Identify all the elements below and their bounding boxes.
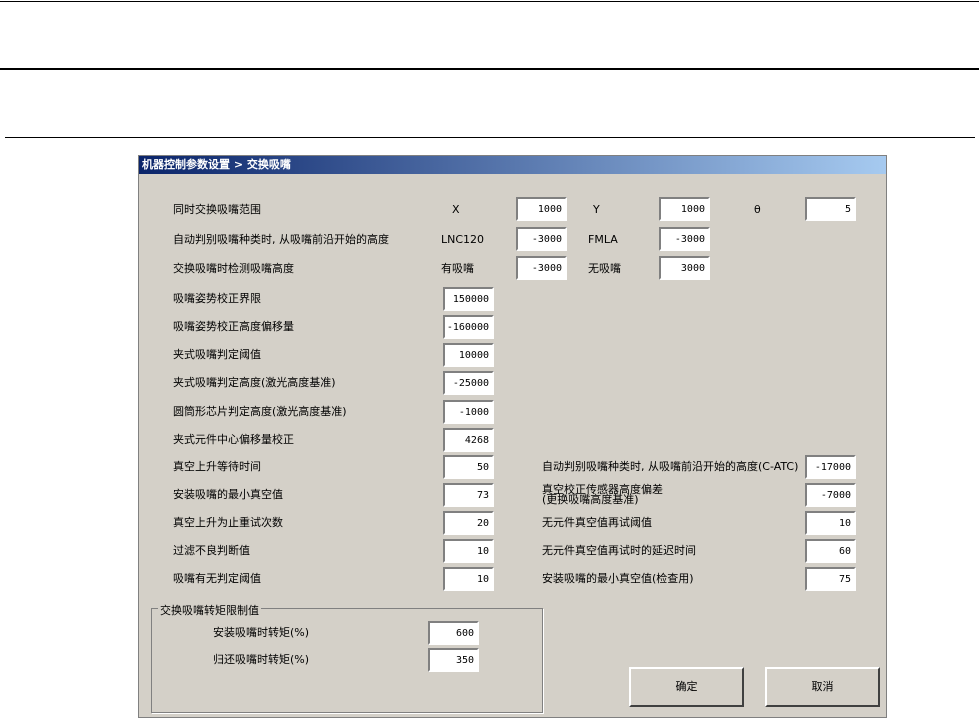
divider xyxy=(0,1,979,2)
field-label: 同时交换吸嘴范围 xyxy=(173,203,261,216)
torque-limit-group: 交换吸嘴转矩限制值 xyxy=(151,602,543,713)
value-input[interactable]: 150000 xyxy=(443,287,494,311)
field-label: 吸嘴姿势校正界限 xyxy=(173,292,261,305)
field-label: 安装吸嘴的最小真空值 xyxy=(173,488,283,501)
value-input[interactable]: -3000 xyxy=(516,227,567,251)
field-label: 过滤不良判断值 xyxy=(173,544,250,557)
value-input[interactable]: 73 xyxy=(443,483,494,507)
field-label: 无元件真空值再试阈值 xyxy=(542,516,652,529)
field-label: 自动判别吸嘴种类时, 从吸嘴前沿开始的高度(C-ATC) xyxy=(542,460,799,473)
axis-label: θ xyxy=(754,203,761,216)
value-input[interactable]: 3000 xyxy=(659,256,710,280)
field-label: 自动判别吸嘴种类时, 从吸嘴前沿开始的高度 xyxy=(173,233,389,246)
field-label: 无元件真空值再试时的延迟时间 xyxy=(542,544,696,557)
value-input[interactable]: 60 xyxy=(805,539,856,563)
value-input[interactable]: 20 xyxy=(443,511,494,535)
field-label: 吸嘴有无判定阈值 xyxy=(173,572,261,585)
field-label: 夹式元件中心偏移量校正 xyxy=(173,433,294,446)
field-label: (更换吸嘴高度基准) xyxy=(542,493,639,506)
axis-label: Y xyxy=(593,203,600,216)
field-label: 圆筒形芯片判定高度(激光高度基准) xyxy=(173,405,347,418)
field-label: LNC120 xyxy=(441,233,485,246)
divider xyxy=(0,68,979,70)
value-input[interactable]: 10 xyxy=(443,539,494,563)
nozzle-exchange-dialog: 机器控制参数设置 > 交换吸嘴 同时交换吸嘴范围 X 1000 Y 1000 θ 5 自动判别… xyxy=(138,155,887,718)
field-label: 有吸嘴 xyxy=(441,262,474,275)
value-input[interactable]: 5 xyxy=(805,197,856,221)
cancel-button[interactable]: 取消 xyxy=(765,667,880,707)
field-label: 吸嘴姿势校正高度偏移量 xyxy=(173,320,294,333)
field-label: 真空上升为止重试次数 xyxy=(173,516,283,529)
value-input[interactable]: 1000 xyxy=(516,197,567,221)
field-label: 夹式吸嘴判定阈值 xyxy=(173,348,261,361)
value-input[interactable]: 4268 xyxy=(443,428,494,452)
group-title: 交换吸嘴转矩限制值 xyxy=(158,602,261,618)
divider xyxy=(5,137,975,138)
value-input[interactable]: 10000 xyxy=(443,343,494,367)
ok-button[interactable]: 确定 xyxy=(629,667,744,707)
value-input[interactable]: -7000 xyxy=(805,483,856,507)
value-input[interactable]: 1000 xyxy=(659,197,710,221)
axis-label: X xyxy=(452,203,460,216)
value-input[interactable]: -160000 xyxy=(443,315,494,339)
field-label: 交换吸嘴时检测吸嘴高度 xyxy=(173,262,294,275)
value-input[interactable]: 75 xyxy=(805,567,856,591)
value-input[interactable]: -25000 xyxy=(443,371,494,395)
field-label: 安装吸嘴的最小真空值(检查用) xyxy=(542,572,694,585)
value-input[interactable]: 10 xyxy=(443,567,494,591)
value-input[interactable]: 10 xyxy=(805,511,856,535)
value-input[interactable]: -1000 xyxy=(443,400,494,424)
value-input[interactable]: -3000 xyxy=(659,227,710,251)
dialog-title: 机器控制参数设置 > 交换吸嘴 xyxy=(139,156,886,174)
value-input[interactable]: 50 xyxy=(443,455,494,479)
value-input[interactable]: -17000 xyxy=(805,455,856,479)
field-label: 无吸嘴 xyxy=(588,262,621,275)
field-label: 夹式吸嘴判定高度(激光高度基准) xyxy=(173,376,336,389)
field-label: FMLA xyxy=(588,233,618,246)
value-input[interactable]: -3000 xyxy=(516,256,567,280)
field-label: 真空上升等待时间 xyxy=(173,460,261,473)
